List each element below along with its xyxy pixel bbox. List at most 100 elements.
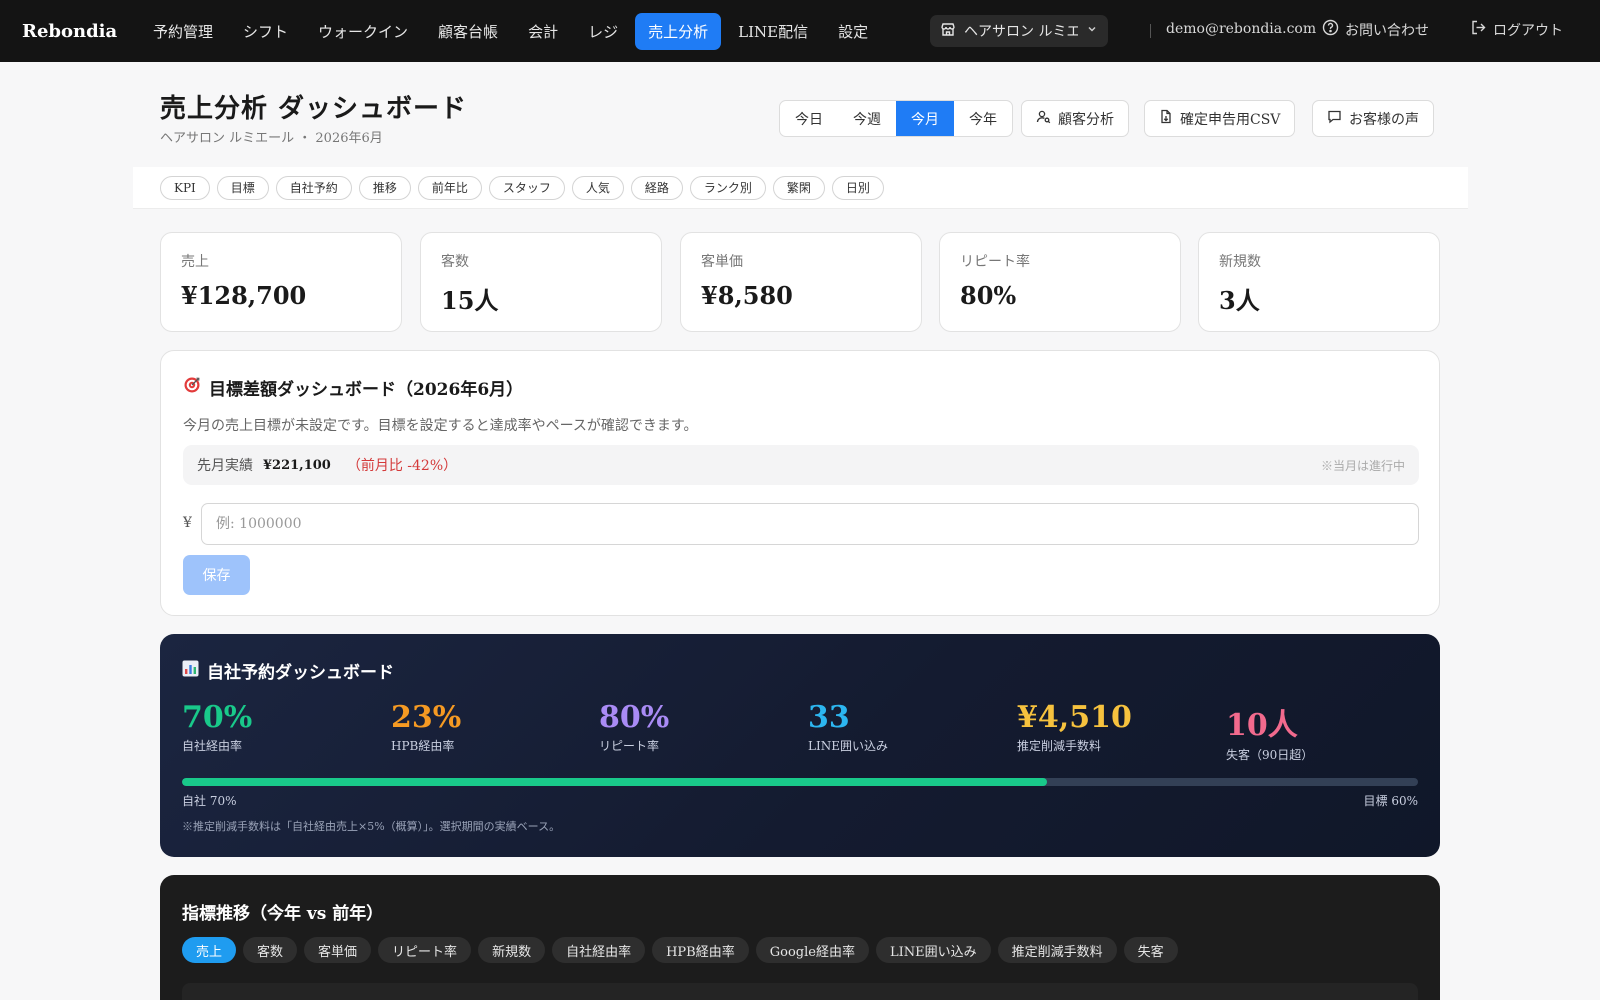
chip-trend[interactable]: 推移 [358, 175, 411, 200]
kpi-label: 新規数 [1219, 254, 1261, 270]
chip-staff[interactable]: スタッフ [488, 175, 565, 200]
help-circle-icon [1322, 19, 1339, 40]
trend-metric-tabs: 売上 客数 客単価 リピート率 新規数 自社経由率 HPB経由率 Google経… [182, 937, 1178, 963]
user-search-icon [1036, 109, 1051, 128]
own-booking-dashboard-card: 自社予約ダッシュボード 70% 自社経由率 23% HPB経由率 80% リピー… [160, 634, 1440, 857]
chip-rank[interactable]: ランク別 [689, 175, 766, 200]
metric-label: 自社経由率 [182, 739, 243, 753]
kpi-label: 客数 [441, 254, 469, 270]
kpi-card-customers: 客数 15人 [420, 232, 662, 332]
previous-month-summary: 先月実績 ¥221,100 （前月比 -42%） ※当月は進行中 [183, 445, 1419, 485]
target-icon [183, 376, 201, 399]
shop-name: ヘアサロン ルミエ... [964, 24, 1078, 40]
period-this-week[interactable]: 今週 [838, 101, 896, 136]
target-title-row: 目標差額ダッシュボード（2026年6月） [183, 375, 523, 400]
nav-item-customers[interactable]: 顧客台帳 [425, 13, 511, 50]
brand-logo[interactable]: Rebondia [22, 21, 122, 42]
trend-tab-lost-customers[interactable]: 失客 [1123, 937, 1178, 963]
period-this-month[interactable]: 今月 [896, 101, 954, 136]
metric-line-enclosure: 33 LINE囲い込み [808, 700, 888, 754]
in-progress-note: ※当月は進行中 [1320, 458, 1405, 473]
metric-label: リピート率 [599, 739, 660, 753]
chip-own-booking[interactable]: 自社予約 [275, 175, 352, 200]
metric-trend-card: 指標推移（今年 vs 前年） 売上 客数 客単価 リピート率 新規数 自社経由率… [160, 875, 1440, 1000]
nav-item-shift[interactable]: シフト [230, 13, 301, 50]
prev-month-ratio: （前月比 -42%） [346, 458, 458, 474]
metric-value: 80% [599, 700, 670, 735]
fee-saving-note: ※推定削減手数料は「自社経由売上×5%（概算）」。選択期間の実績ベース。 [182, 820, 561, 833]
kpi-label: 売上 [181, 254, 209, 270]
chip-yoy[interactable]: 前年比 [417, 175, 482, 200]
tax-csv-label: 確定申告用CSV [1180, 111, 1281, 128]
nav-item-register[interactable]: レジ [575, 13, 631, 50]
top-navigation-bar: Rebondia 予約管理 シフト ウォークイン 顧客台帳 会計 レジ 売上分析… [0, 0, 1600, 62]
shop-selector[interactable]: ヘアサロン ルミエ... [930, 15, 1108, 47]
nav-item-walkin[interactable]: ウォークイン [305, 13, 421, 50]
nav-item-settings[interactable]: 設定 [825, 13, 881, 50]
chip-target[interactable]: 目標 [216, 175, 269, 200]
page-subtitle: ヘアサロン ルミエール ・ 2026年6月 [160, 131, 383, 146]
trend-tab-own-rate[interactable]: 自社経由率 [552, 937, 646, 963]
own-rate-progress-bar [182, 778, 1418, 786]
save-target-button[interactable]: 保存 [183, 555, 250, 595]
divider [1150, 24, 1151, 38]
chip-channel[interactable]: 経路 [630, 175, 683, 200]
kpi-card-avg-spend: 客単価 ¥8,580 [680, 232, 922, 332]
chip-kpi[interactable]: KPI [160, 175, 210, 200]
metric-label: 推定削減手数料 [1017, 739, 1102, 753]
contact-link[interactable]: お問い合わせ [1322, 19, 1429, 40]
customer-voice-button[interactable]: お客様の声 [1312, 100, 1434, 137]
logout-button[interactable]: ログアウト [1470, 19, 1563, 40]
metric-label: HPB経由率 [391, 739, 455, 753]
main-nav: 予約管理 シフト ウォークイン 顧客台帳 会計 レジ 売上分析 LINE配信 設… [140, 12, 881, 50]
trend-chart-area [182, 983, 1418, 1000]
trend-tab-google-rate[interactable]: Google経由率 [755, 937, 869, 963]
prev-month-label: 先月実績 [197, 458, 253, 474]
trend-tab-new-customers[interactable]: 新規数 [478, 937, 546, 963]
metric-value: 23% [391, 700, 462, 735]
metric-hpb-rate: 23% HPB経由率 [391, 700, 461, 754]
store-icon [940, 21, 956, 41]
trend-tab-avg-spend[interactable]: 客単価 [304, 937, 372, 963]
period-this-year[interactable]: 今年 [954, 101, 1012, 136]
customer-analysis-button[interactable]: 顧客分析 [1021, 100, 1129, 137]
own-title: 自社予約ダッシュボード [207, 663, 394, 683]
metric-label: 失客（90日超） [1226, 748, 1314, 762]
progress-current-label: 自社 70% [182, 794, 237, 808]
trend-tab-fee-saving[interactable]: 推定削減手数料 [997, 937, 1117, 963]
kpi-card-repeat-rate: リピート率 80% [939, 232, 1181, 332]
metric-repeat-rate: 80% リピート率 [599, 700, 669, 754]
metric-value: 33 [808, 700, 850, 735]
kpi-value: 80% [960, 281, 1017, 310]
customer-analysis-label: 顧客分析 [1058, 111, 1114, 128]
user-email: demo@rebondia.com [1166, 21, 1317, 37]
nav-item-accounting[interactable]: 会計 [515, 13, 571, 50]
chip-busy[interactable]: 繁閑 [772, 175, 825, 200]
trend-tab-repeat-rate[interactable]: リピート率 [378, 937, 472, 963]
period-today[interactable]: 今日 [780, 101, 838, 136]
file-download-icon [1159, 109, 1173, 128]
chip-daily[interactable]: 日別 [831, 175, 884, 200]
sales-target-input[interactable] [201, 503, 1419, 545]
trend-tab-line-enclosure[interactable]: LINE囲い込み [875, 937, 991, 963]
message-icon [1327, 109, 1342, 128]
tax-csv-button[interactable]: 確定申告用CSV [1144, 100, 1296, 137]
nav-item-sales-analysis[interactable]: 売上分析 [635, 12, 722, 50]
metric-value: ¥4,510 [1017, 700, 1132, 735]
nav-item-line[interactable]: LINE配信 [725, 13, 821, 50]
metric-lost-customers: 10人 失客（90日超） [1226, 700, 1313, 763]
metric-value: 70% [182, 700, 253, 735]
chip-popular[interactable]: 人気 [571, 175, 624, 200]
metric-fee-saving: ¥4,510 推定削減手数料 [1017, 700, 1132, 754]
progress-target-label: 目標 60% [1363, 794, 1419, 808]
kpi-value: 15人 [441, 286, 499, 315]
trend-tab-customers[interactable]: 客数 [243, 937, 298, 963]
trend-tab-sales[interactable]: 売上 [182, 937, 237, 963]
logout-label: ログアウト [1493, 22, 1563, 39]
kpi-label: リピート率 [960, 254, 1030, 270]
bar-chart-icon [182, 660, 199, 682]
trend-tab-hpb-rate[interactable]: HPB経由率 [652, 937, 749, 963]
nav-item-reservations[interactable]: 予約管理 [140, 13, 226, 50]
customer-voice-label: お客様の声 [1349, 111, 1419, 128]
metric-own-rate: 70% 自社経由率 [182, 700, 252, 754]
